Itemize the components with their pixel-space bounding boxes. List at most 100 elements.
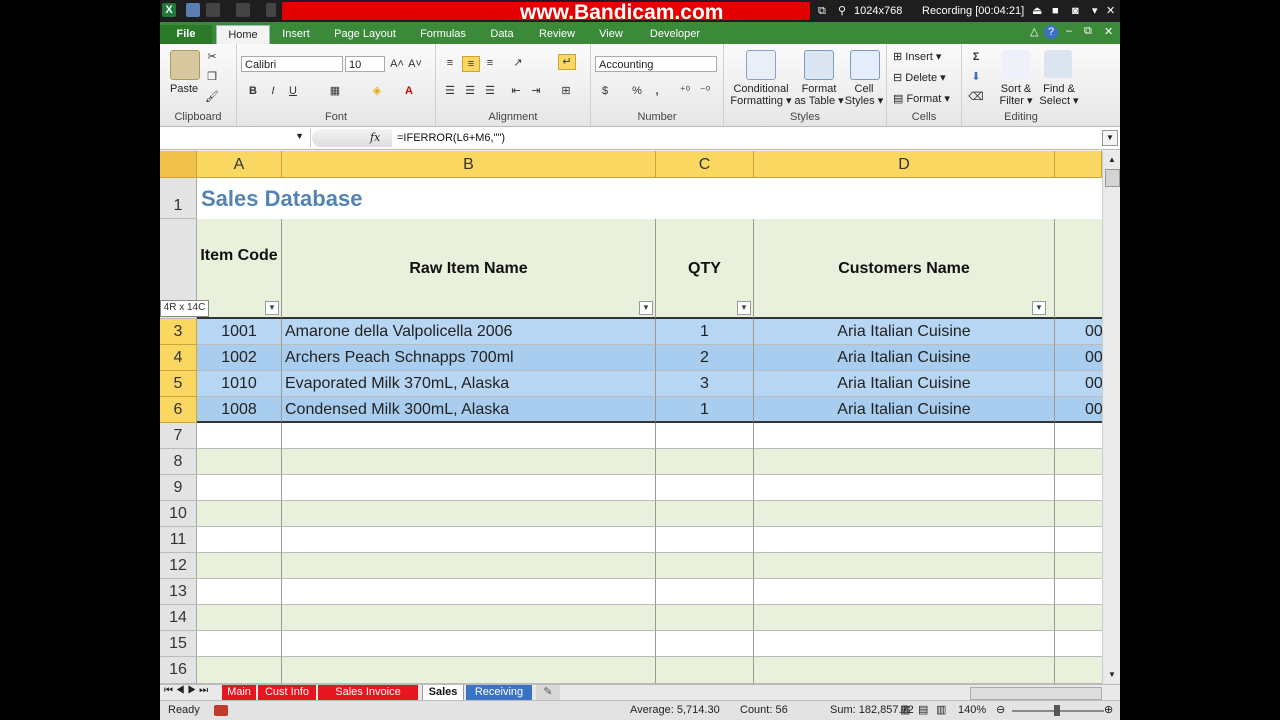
sheet-tab-sales-invoice[interactable]: Sales Invoice — [318, 685, 418, 700]
window-minimize-icon[interactable]: – — [1066, 25, 1072, 37]
autosum-icon[interactable]: Σ — [968, 50, 984, 64]
empty-cell[interactable] — [754, 527, 1055, 553]
worksheet[interactable]: A B C D 1 Sales Database Item Code ▼ Raw … — [160, 151, 1102, 684]
insert-sheet-icon[interactable]: ✎ — [536, 685, 560, 700]
header-raw-item-name[interactable]: Raw Item Name ▼ — [282, 219, 656, 319]
empty-cell[interactable] — [282, 475, 656, 501]
select-all-corner[interactable] — [160, 151, 197, 178]
name-box[interactable]: ▼ — [160, 129, 311, 147]
cell-column-e[interactable]: 00 — [1055, 397, 1102, 423]
header-customers-name[interactable]: Customers Name ▼ — [754, 219, 1055, 319]
cell-customers-name[interactable]: Aria Italian Cuisine — [754, 371, 1055, 397]
zoom-level[interactable]: 140% — [958, 701, 986, 720]
align-middle-icon[interactable]: ≡ — [462, 56, 480, 72]
customize-qat-icon[interactable] — [266, 3, 276, 17]
copy-icon[interactable]: ❐ — [204, 70, 220, 84]
shrink-font-icon[interactable]: A˅ — [407, 57, 423, 71]
row-header-5[interactable]: 5 — [160, 371, 197, 397]
format-button[interactable]: ▤ Format ▾ — [893, 92, 950, 105]
formula-input[interactable]: =IFERROR(L6+M6,"") — [397, 129, 505, 147]
empty-cell[interactable] — [656, 449, 754, 475]
filter-dropdown-icon[interactable]: ▼ — [639, 301, 653, 315]
format-as-table-icon[interactable] — [804, 50, 834, 80]
normal-view-icon[interactable]: ▦ — [900, 701, 910, 720]
merge-center-icon[interactable]: ⊞ — [558, 84, 574, 98]
empty-cell[interactable] — [754, 475, 1055, 501]
empty-cell[interactable] — [197, 423, 282, 449]
ribbon-minimize-icon[interactable]: △ — [1030, 25, 1038, 38]
paste-icon[interactable] — [170, 50, 200, 80]
cell-qty[interactable]: 3 — [656, 371, 754, 397]
header-item-code[interactable]: Item Code ▼ — [197, 219, 282, 319]
cell-qty[interactable]: 2 — [656, 345, 754, 371]
sheet-title[interactable]: Sales Database — [197, 178, 362, 219]
column-header-d[interactable]: D — [754, 151, 1055, 178]
tab-nav-icons[interactable]: ⏮ ◀ ▶ ⏭ — [164, 685, 208, 696]
empty-cell[interactable] — [754, 605, 1055, 631]
window-mode-icon[interactable]: ⧉ — [818, 0, 826, 22]
horizontal-scrollbar[interactable] — [970, 687, 1102, 700]
minimize-icon[interactable]: ▾ — [1092, 0, 1098, 22]
empty-cell[interactable] — [197, 501, 282, 527]
empty-cell[interactable] — [282, 657, 656, 684]
tab-insert[interactable]: Insert — [272, 25, 320, 44]
sheet-tab-main[interactable]: Main — [222, 685, 256, 700]
row-header-4[interactable]: 4 — [160, 345, 197, 371]
empty-cell[interactable] — [754, 423, 1055, 449]
empty-cell[interactable] — [197, 449, 282, 475]
scroll-down-icon[interactable]: ▼ — [1105, 668, 1119, 682]
find-select-icon[interactable] — [1044, 50, 1072, 78]
column-header-e[interactable] — [1055, 151, 1102, 178]
sheet-tab-receiving[interactable]: Receiving — [466, 685, 532, 700]
empty-cell[interactable] — [197, 631, 282, 657]
decrease-indent-icon[interactable]: ⇤ — [508, 84, 524, 98]
empty-cell[interactable] — [754, 553, 1055, 579]
empty-cell[interactable] — [656, 423, 754, 449]
delete-button[interactable]: ⊟ Delete ▾ — [893, 71, 946, 84]
window-restore-icon[interactable]: ⧉ — [1084, 25, 1092, 38]
vertical-scrollbar[interactable]: ▲ ▼ — [1102, 151, 1120, 684]
empty-cell[interactable] — [282, 501, 656, 527]
empty-cell[interactable] — [754, 657, 1055, 684]
cell-raw-item-name[interactable]: Condensed Milk 300mL, Alaska — [282, 397, 656, 423]
empty-cell[interactable] — [282, 449, 656, 475]
column-header-b[interactable]: B — [282, 151, 656, 178]
empty-cell[interactable] — [197, 605, 282, 631]
cell-item-code[interactable]: 1008 — [197, 397, 282, 423]
column-header-a[interactable]: A — [197, 151, 282, 178]
redo-icon[interactable] — [236, 3, 250, 17]
row-header-8[interactable]: 8 — [160, 449, 197, 475]
zoom-in-icon[interactable]: ⊕ — [1104, 701, 1113, 720]
cell-item-code[interactable]: 1001 — [197, 319, 282, 345]
increase-decimal-icon[interactable]: ⁺⁰ — [677, 84, 693, 98]
cell-qty[interactable]: 1 — [656, 319, 754, 345]
align-left-icon[interactable]: ☰ — [442, 84, 458, 98]
empty-cell[interactable] — [282, 631, 656, 657]
empty-cell[interactable] — [754, 449, 1055, 475]
undo-icon[interactable] — [206, 3, 220, 17]
scroll-up-icon[interactable]: ▲ — [1105, 153, 1119, 167]
insert-function-button[interactable]: fx — [312, 129, 392, 147]
sheet-tab-cust-info[interactable]: Cust Info — [258, 685, 316, 700]
row-header-10[interactable]: 10 — [160, 501, 197, 527]
cell-column-e[interactable]: 00 — [1055, 319, 1102, 345]
row-header-16[interactable]: 16 — [160, 657, 197, 684]
cell-raw-item-name[interactable]: Amarone della Valpolicella 2006 — [282, 319, 656, 345]
italic-button[interactable]: I — [265, 84, 281, 98]
help-icon[interactable]: ? — [1044, 25, 1058, 39]
row-header-13[interactable]: 13 — [160, 579, 197, 605]
search-icon[interactable]: ⚲ — [838, 0, 846, 22]
page-layout-view-icon[interactable]: ▤ — [918, 701, 928, 720]
row-header-14[interactable]: 14 — [160, 605, 197, 631]
tab-formulas[interactable]: Formulas — [412, 25, 474, 44]
font-size-select[interactable]: 10 — [345, 56, 385, 72]
tab-view[interactable]: View — [592, 25, 630, 44]
empty-cell[interactable] — [197, 553, 282, 579]
zoom-out-icon[interactable]: ⊖ — [996, 701, 1005, 720]
tab-review[interactable]: Review — [532, 25, 582, 44]
empty-cell[interactable] — [1055, 475, 1102, 501]
decrease-decimal-icon[interactable]: ⁻⁰ — [697, 84, 713, 98]
tab-page-layout[interactable]: Page Layout — [328, 25, 402, 44]
cell-item-code[interactable]: 1002 — [197, 345, 282, 371]
filter-dropdown-icon[interactable]: ▼ — [1032, 301, 1046, 315]
